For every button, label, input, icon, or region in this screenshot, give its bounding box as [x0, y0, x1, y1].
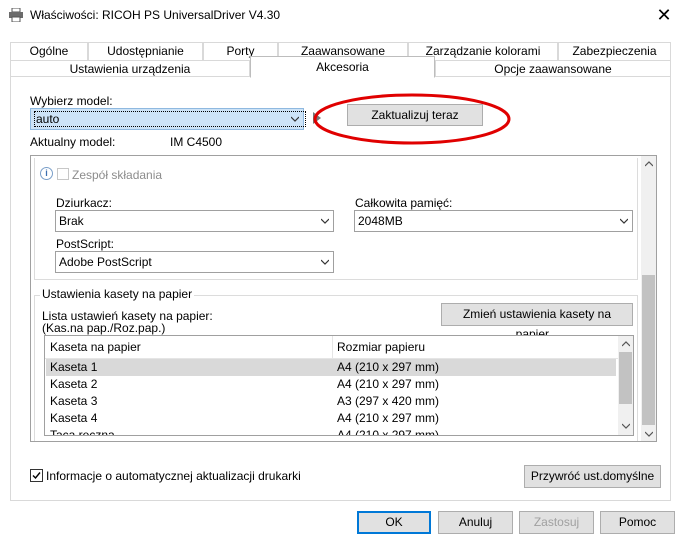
memory-select-value: 2048MB: [358, 214, 403, 228]
finisher-label: Zespół składania: [72, 168, 163, 182]
close-icon[interactable]: ✕: [652, 3, 676, 27]
column-header-tray[interactable]: Kaseta na papier: [50, 340, 141, 354]
title-bar: Właściwości: RICOH PS UniversalDriver V4…: [0, 0, 681, 30]
scroll-up-icon[interactable]: [645, 160, 653, 168]
tray-size: A4 (210 x 297 mm): [337, 428, 440, 436]
cancel-button[interactable]: Anuluj: [438, 511, 513, 534]
punch-select-value: Brak: [59, 214, 84, 228]
tray-list-header: Kaseta na papier Rozmiar papieru: [45, 336, 620, 359]
punch-select[interactable]: Brak: [55, 210, 334, 232]
current-model-label: Aktualny model:: [30, 135, 116, 149]
model-select-label: Wybierz model:: [30, 94, 113, 108]
options-scrollbar-thumb[interactable]: [642, 275, 655, 425]
tab-accessories[interactable]: Akcesoria: [250, 56, 435, 78]
tab-advanced-options[interactable]: Opcje zaawansowane: [435, 60, 671, 77]
window-title: Właściwości: RICOH PS UniversalDriver V4…: [30, 8, 281, 22]
tray-name: Kaseta 3: [50, 394, 98, 408]
postscript-label: PostScript:: [56, 237, 115, 251]
auto-update-checkbox[interactable]: [30, 469, 43, 482]
scroll-down-icon[interactable]: [622, 422, 630, 430]
tab-device-settings[interactable]: Ustawienia urządzenia: [10, 60, 250, 77]
postscript-select-value: Adobe PostScript: [59, 255, 152, 269]
tray-size: A4 (210 x 297 mm): [337, 377, 440, 391]
column-divider: [332, 336, 333, 358]
tray-name: Taca ręczna: [50, 428, 115, 436]
memory-label: Całkowita pamięć:: [355, 196, 453, 210]
tray-size: A3 (297 x 420 mm): [337, 394, 440, 408]
tray-name: Kaseta 4: [50, 411, 98, 425]
tray-list[interactable]: Kaseta na papier Rozmiar papieru Kaseta …: [44, 335, 634, 436]
tray-list-label-2: (Kas.na pap./Roz.pap.): [42, 321, 166, 335]
help-button[interactable]: Pomoc: [600, 511, 675, 534]
ok-button[interactable]: OK: [357, 511, 431, 534]
checkmark-icon: [32, 472, 41, 480]
chevron-down-icon: [321, 218, 329, 224]
info-icon: i: [40, 167, 53, 180]
restore-defaults-button[interactable]: Przywróć ust.domyślne: [524, 465, 661, 488]
table-row[interactable]: Kaseta 1 A4 (210 x 297 mm): [46, 359, 616, 376]
tray-size: A4 (210 x 297 mm): [337, 411, 440, 425]
table-row[interactable]: Kaseta 4 A4 (210 x 297 mm): [46, 410, 616, 427]
scroll-down-icon[interactable]: [645, 430, 653, 438]
tray-group-title: Ustawienia kasety na papier: [40, 287, 195, 301]
table-row[interactable]: Taca ręczna A4 (210 x 297 mm): [46, 427, 616, 436]
postscript-select[interactable]: Adobe PostScript: [55, 251, 334, 273]
tab-security[interactable]: Zabezpieczenia: [558, 42, 671, 60]
table-row[interactable]: Kaseta 3 A3 (297 x 420 mm): [46, 393, 616, 410]
model-select[interactable]: auto: [30, 108, 307, 130]
chevron-down-icon: [291, 116, 299, 122]
tray-size: A4 (210 x 297 mm): [337, 360, 440, 374]
apply-button[interactable]: Zastosuj: [519, 511, 594, 534]
chevron-down-icon: [620, 218, 628, 224]
column-header-size[interactable]: Rozmiar papieru: [337, 340, 425, 354]
tray-name: Kaseta 2: [50, 377, 98, 391]
tray-list-scrollbar-thumb[interactable]: [619, 352, 632, 404]
tray-name: Kaseta 1: [50, 360, 98, 374]
printer-icon: [9, 8, 23, 22]
memory-select[interactable]: 2048MB: [354, 210, 633, 232]
chevron-down-icon: [321, 259, 329, 265]
punch-label: Dziurkacz:: [56, 196, 113, 210]
change-tray-settings-button[interactable]: Zmień ustawienia kasety na papier...: [441, 303, 633, 341]
auto-update-label: Informacje o automatycznej aktualizacji …: [46, 469, 301, 483]
scroll-up-icon[interactable]: [622, 340, 630, 348]
tab-general[interactable]: Ogólne: [10, 42, 88, 60]
current-model-value: IM C4500: [170, 135, 223, 149]
tab-sharing[interactable]: Udostępnianie: [88, 42, 203, 60]
table-row[interactable]: Kaseta 2 A4 (210 x 297 mm): [46, 376, 616, 393]
update-now-button[interactable]: Zaktualizuj teraz: [347, 104, 483, 126]
model-select-value: auto: [34, 111, 307, 127]
finisher-checkbox[interactable]: [57, 168, 69, 180]
